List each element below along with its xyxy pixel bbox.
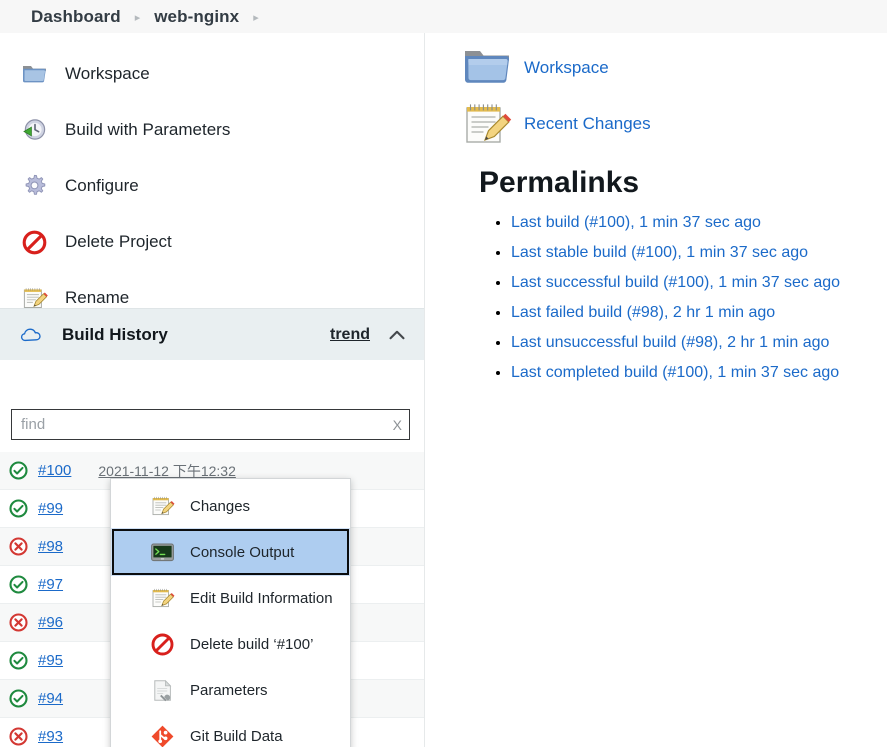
sidebar-item-label: Configure (65, 176, 139, 195)
clear-search-icon[interactable]: X (393, 417, 402, 433)
notepad-pencil-large-icon (461, 98, 513, 150)
no-entry-icon (150, 632, 175, 657)
sidebar-item-label: Workspace (65, 64, 150, 83)
success-icon (9, 651, 28, 670)
build-context-menu: Changes Console Output Edit Build Informat… (110, 478, 351, 747)
sidebar-item-workspace[interactable]: Workspace (0, 46, 424, 102)
sidebar-item-build-with-parameters[interactable]: Build with Parameters (0, 102, 424, 158)
build-search: X (11, 409, 410, 440)
breadcrumb-separator-icon: ▸ (253, 12, 259, 24)
main-link-recent-changes[interactable]: Recent Changes (461, 96, 887, 152)
menu-item-label: Console Output (190, 543, 295, 561)
build-number-link[interactable]: #94 (38, 690, 63, 707)
main-link-label: Recent Changes (524, 114, 651, 133)
list-item: Last unsuccessful build (#98), 2 hr 1 mi… (511, 330, 887, 356)
menu-item-label: Delete build ‘#100’ (190, 635, 314, 653)
main-link-label: Workspace (524, 58, 609, 77)
sidebar-item-label: Rename (65, 288, 130, 307)
list-item: Last build (#100), 1 min 37 sec ago (511, 210, 887, 236)
sidebar-item-label: Delete Project (65, 232, 172, 251)
build-number-link[interactable]: #99 (38, 500, 63, 517)
success-icon (9, 575, 28, 594)
success-icon (9, 499, 28, 518)
cloud-icon (19, 322, 45, 348)
main-link-workspace[interactable]: Workspace (461, 40, 887, 96)
breadcrumb-item-dashboard[interactable]: Dashboard (31, 7, 121, 27)
permalink-link[interactable]: Last stable build (#100), 1 min 37 sec a… (511, 244, 808, 261)
failure-icon (9, 613, 28, 632)
build-number-link[interactable]: #95 (38, 652, 63, 669)
build-history-header[interactable]: Build History trend (0, 308, 424, 360)
list-item: Last successful build (#100), 1 min 37 s… (511, 270, 887, 296)
success-icon (9, 689, 28, 708)
terminal-icon (150, 540, 175, 565)
success-icon (9, 461, 28, 480)
build-number-link[interactable]: #98 (38, 538, 63, 555)
menu-item-delete-build-100[interactable]: Delete build ‘#100’ (112, 621, 349, 667)
list-item: Last failed build (#98), 2 hr 1 min ago (511, 300, 887, 326)
document-wrench-icon (150, 678, 175, 703)
permalink-link[interactable]: Last unsuccessful build (#98), 2 hr 1 mi… (511, 334, 829, 351)
build-history-title: Build History (62, 324, 168, 344)
no-entry-icon (21, 229, 48, 256)
permalink-link[interactable]: Last failed build (#98), 2 hr 1 min ago (511, 304, 775, 321)
list-item: Last stable build (#100), 1 min 37 sec a… (511, 240, 887, 266)
breadcrumb-separator-icon: ▸ (134, 12, 141, 24)
main-content: Workspace Recent Changes Permalinks • La… (425, 33, 887, 747)
jenkins-job-page: Dashboard ▸ web-nginx ▸ Workspace Build … (0, 0, 887, 747)
permalink-link[interactable]: Last build (#100), 1 min 37 sec ago (511, 214, 761, 231)
menu-item-label: Parameters (190, 681, 268, 699)
notepad-pencil-icon (150, 586, 175, 611)
build-number-link[interactable]: #96 (38, 614, 63, 631)
menu-item-console-output[interactable]: Console Output (111, 528, 350, 576)
sidebar-item-label: Build with Parameters (65, 120, 231, 139)
menu-item-git-build-data[interactable]: Git Build Data (112, 713, 349, 747)
build-number-link[interactable]: #100 (38, 462, 71, 479)
permalinks-list: Last build (#100), 1 min 37 sec ago Last … (461, 210, 887, 386)
menu-item-label: Git Build Data (190, 727, 283, 745)
chevron-up-icon[interactable] (386, 324, 408, 346)
trend-link[interactable]: trend (330, 326, 370, 344)
menu-item-label: Edit Build Information (190, 589, 333, 607)
build-number-link[interactable]: #93 (38, 728, 63, 745)
permalinks-title: Permalinks (479, 166, 640, 199)
build-number-link[interactable]: #97 (38, 576, 63, 593)
permalink-link[interactable]: Last successful build (#100), 1 min 37 s… (511, 274, 840, 291)
breadcrumb-item-web-nginx[interactable]: web-nginx (154, 7, 239, 27)
git-icon (150, 724, 175, 747)
gear-icon (21, 173, 48, 200)
list-item: Last completed build (#100), 1 min 37 se… (511, 360, 887, 386)
failure-icon (9, 537, 28, 556)
notepad-pencil-icon (150, 494, 175, 519)
search-input[interactable] (11, 409, 410, 440)
menu-item-edit-build-information[interactable]: Edit Build Information (112, 575, 349, 621)
failure-icon (9, 727, 28, 746)
task-list: Workspace Build with Parameters Configur… (0, 33, 424, 326)
sidebar-item-delete-project[interactable]: Delete Project (0, 214, 424, 270)
folder-icon (21, 61, 48, 88)
sidebar-item-configure[interactable]: Configure (0, 158, 424, 214)
folder-large-icon (461, 42, 513, 94)
menu-item-label: Changes (190, 497, 251, 515)
clock-play-icon (21, 117, 48, 144)
menu-item-changes[interactable]: Changes (112, 483, 349, 529)
permalink-link[interactable]: Last completed build (#100), 1 min 37 se… (511, 364, 839, 381)
breadcrumb: Dashboard ▸ web-nginx ▸ (0, 0, 887, 33)
menu-item-parameters[interactable]: Parameters (112, 667, 349, 713)
